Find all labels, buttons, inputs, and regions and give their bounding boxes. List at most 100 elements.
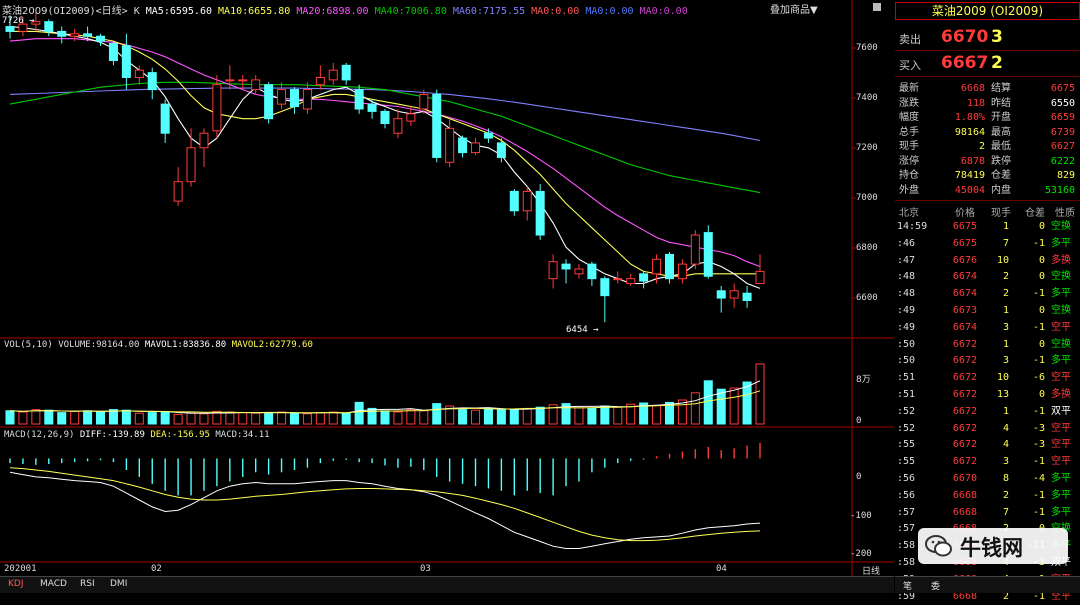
tick-time: :51 (897, 389, 916, 400)
sell-quote-row[interactable]: 卖出 6670 3 (895, 26, 1080, 51)
volume-bar (496, 408, 506, 425)
volume-bar (70, 410, 80, 425)
tab-trades[interactable]: 笔 (903, 579, 912, 592)
candle-body (147, 72, 157, 91)
tab-kdj[interactable]: KDJ (8, 579, 24, 589)
price-high-marker: 7726 → (2, 16, 35, 26)
volume-bar (199, 413, 209, 425)
tick-row[interactable]: :56 6668 2 -1 多平 (895, 487, 1080, 504)
macd-axis-label: 0 (856, 472, 862, 482)
tick-row[interactable]: :50 6672 1 0 空换 (895, 336, 1080, 353)
tick-price: 6673 (952, 305, 977, 316)
volume-bar (225, 411, 235, 425)
volume-bar (31, 409, 41, 425)
tick-oi-change: -6 (1032, 372, 1045, 384)
tick-time: :57 (897, 506, 916, 518)
tick-header-nature: 性质 (1055, 208, 1075, 219)
window-restore-icon[interactable] (873, 3, 881, 11)
volume-bar (509, 409, 519, 425)
kline-chart-svg[interactable] (0, 0, 894, 576)
candle-body (160, 103, 170, 134)
quote-panel: 菜油2009 (OI2009) 卖出 6670 3 买入 6667 2 最新 66… (895, 0, 1080, 602)
tick-volume: 3 (1002, 355, 1009, 367)
candle-body (212, 84, 222, 132)
buy-quote-row[interactable]: 买入 6667 2 (895, 52, 1080, 77)
tick-row[interactable]: :50 6672 3 -1 多平 (895, 352, 1080, 369)
tick-price: 6672 (952, 456, 977, 468)
tick-row[interactable]: :52 6672 4 -3 空平 (895, 420, 1080, 437)
tick-volume: 2 (1002, 489, 1009, 501)
tick-row[interactable]: :46 6675 7 -1 多平 (895, 235, 1080, 252)
volume-bar (18, 411, 28, 425)
tick-row[interactable]: :55 6672 4 -3 空平 (895, 436, 1080, 453)
volume-bar (380, 410, 390, 425)
tick-nature: 空平 (1051, 439, 1071, 451)
stat-label: 涨停 (899, 155, 919, 167)
date-axis-label: 03 (420, 564, 431, 574)
ma0-value-2: MA0:0.00 (585, 6, 634, 17)
candle-body (742, 292, 752, 301)
tick-row[interactable]: :51 6672 10 -6 空平 (895, 369, 1080, 386)
tick-volume: 4 (1002, 439, 1009, 451)
price-axis-label: 6600 (856, 293, 878, 303)
candle-body (755, 270, 765, 285)
tick-time: 14:59 (897, 221, 928, 232)
stat-value: 6675 (1050, 83, 1075, 94)
tick-row[interactable]: :56 6670 8 -4 多平 (895, 470, 1080, 487)
price-axis-label: 7400 (856, 93, 878, 103)
divider (895, 200, 1080, 201)
ma5-value: MA5:6595.60 (145, 6, 212, 17)
tick-row[interactable]: :47 6676 10 0 多换 (895, 252, 1080, 269)
stat-label: 最新 (899, 83, 919, 94)
tick-row[interactable]: 14:59 6675 1 0 空换 (895, 218, 1080, 235)
tick-row[interactable]: :52 6672 1 -1 双平 (895, 403, 1080, 420)
volume-bar (703, 380, 713, 425)
tick-volume: 3 (1002, 456, 1009, 468)
tab-rsi[interactable]: RSI (80, 579, 95, 589)
tick-row[interactable]: :55 6672 3 -1 空平 (895, 453, 1080, 470)
tick-row[interactable]: :51 6672 13 0 多换 (895, 386, 1080, 403)
volume-bar (5, 410, 15, 425)
tick-volume: 2 (1002, 288, 1009, 300)
overlay-commodity-button[interactable]: 叠加商品▼ (770, 1, 818, 16)
macd-legend: MACD(12,26,9) DIFF:-139.89 DEA:-156.95 M… (4, 430, 270, 440)
candle-body (535, 190, 545, 236)
volume-bar (315, 412, 325, 425)
tick-price: 6672 (952, 422, 977, 434)
stat-value: 829 (1056, 170, 1075, 181)
contract-code-period: (OI2009)<日线> (47, 6, 128, 17)
stat-value: 2 (978, 141, 985, 152)
tab-macd[interactable]: MACD (40, 579, 67, 589)
volume-bar (419, 410, 429, 425)
tick-oi-change: 0 (1038, 338, 1045, 350)
tab-dmi[interactable]: DMI (110, 579, 127, 589)
volume-bar (328, 411, 338, 425)
candle-body (393, 118, 403, 134)
overlay-label: 叠加商品 (770, 5, 810, 16)
tick-oi-change: -1 (1032, 506, 1045, 518)
stat-label: 最高 (991, 126, 1011, 138)
candle-body (5, 26, 15, 32)
stat-value: 118 (966, 97, 985, 109)
stat-label: 跌停 (991, 155, 1011, 167)
volume-bar (251, 412, 261, 425)
candle-body (677, 263, 687, 280)
tick-oi-change: -3 (1032, 439, 1045, 451)
kline-chart-area[interactable]: 菜油2009(OI2009)<日线> K MA5:6595.60 MA10:66… (0, 0, 894, 593)
tick-row[interactable]: :49 6673 1 0 空换 (895, 302, 1080, 319)
volume-bar (393, 411, 403, 425)
tick-volume: 7 (1002, 506, 1009, 518)
tab-orders[interactable]: 委 (931, 579, 940, 592)
tick-row[interactable]: :48 6674 2 0 空换 (895, 268, 1080, 285)
tick-row[interactable]: :49 6674 3 -1 空平 (895, 319, 1080, 336)
tick-row[interactable]: :48 6674 2 -1 多平 (895, 285, 1080, 302)
mavol2-value: MAVOL2:62779.60 (231, 340, 313, 350)
candle-body (289, 89, 299, 108)
candle-body (729, 290, 739, 299)
tick-time: :48 (897, 288, 916, 300)
stat-label: 幅度 (899, 112, 919, 123)
price-axis-label: 6800 (856, 243, 878, 253)
tick-row[interactable]: :57 6668 7 -1 多平 (895, 504, 1080, 521)
ma-legend: 菜油2009(OI2009)<日线> K MA5:6595.60 MA10:66… (2, 2, 688, 17)
candle-body (238, 79, 248, 82)
